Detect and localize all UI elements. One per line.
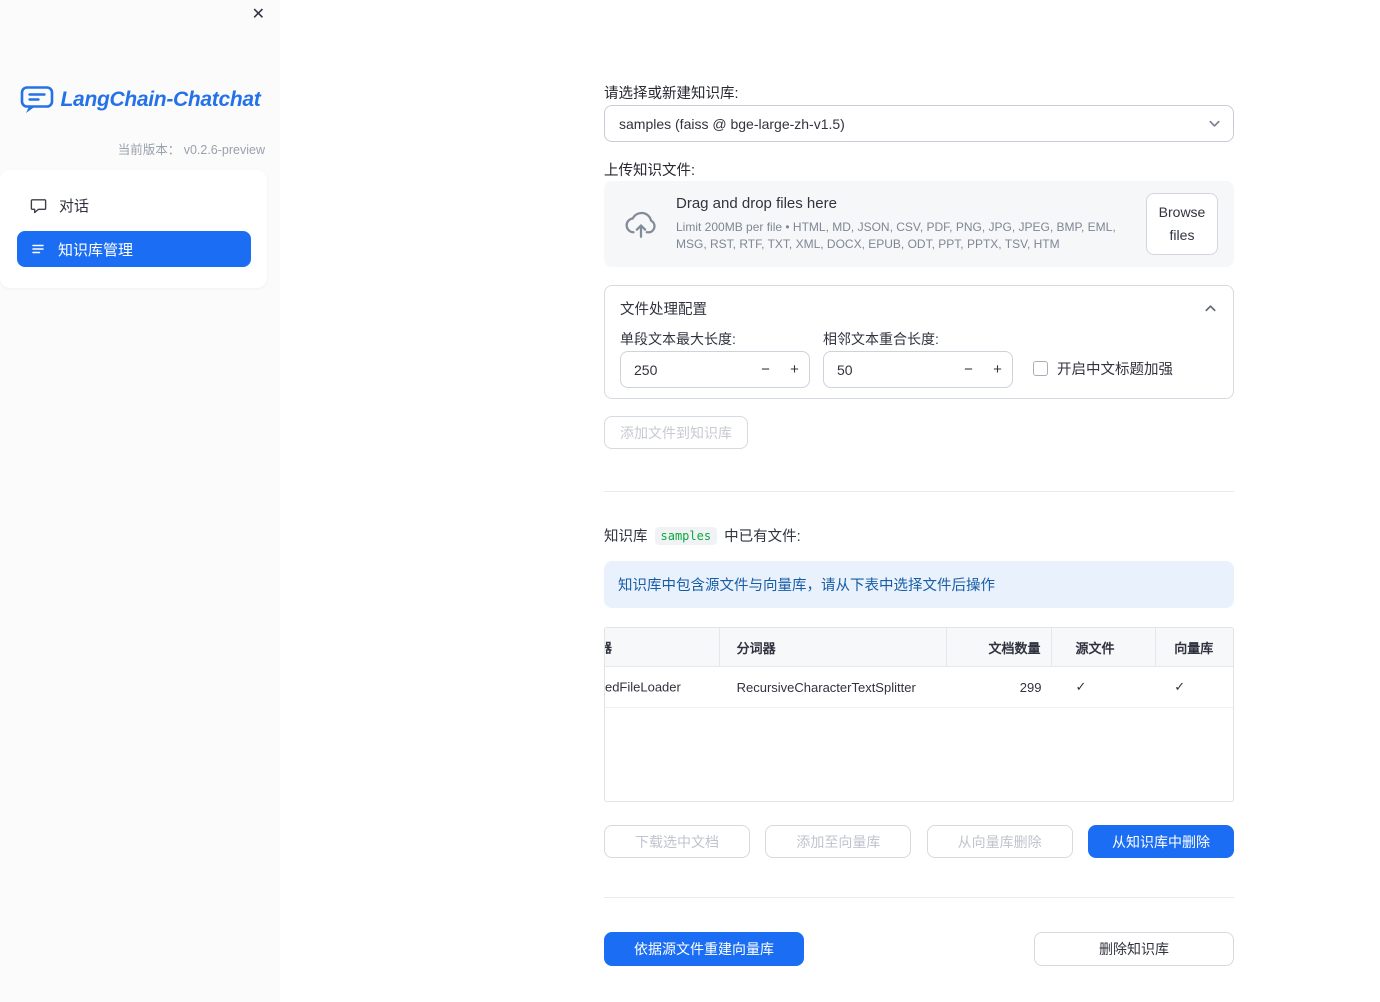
table-header-row: 文档加载器 分词器 文档数量 源文件 向量库 bbox=[605, 628, 1233, 667]
sidebar-menu: 对话 知识库管理 bbox=[0, 170, 267, 288]
browse-files-button[interactable]: Browse files bbox=[1146, 192, 1218, 256]
zh-title-checkbox[interactable] bbox=[1033, 361, 1048, 376]
overlap-size-input: 50 − + bbox=[823, 351, 1013, 388]
dropzone-text: Drag and drop files here Limit 200MB per… bbox=[676, 195, 1132, 253]
app-logo: LangChain-Chatchat bbox=[0, 84, 280, 115]
cell-in-folder-check: ✓ bbox=[1075, 679, 1087, 694]
drag-drop-text: Drag and drop files here bbox=[676, 195, 837, 213]
file-config-expander: 文件处理配置 单段文本最大长度: 相邻文本重合长度: 250 − + 50 − … bbox=[604, 285, 1234, 399]
sidebar-item-kb-management[interactable]: 知识库管理 bbox=[17, 231, 251, 267]
kb-select-label: 请选择或新建知识库: bbox=[604, 86, 739, 102]
overlap-plus-button[interactable]: + bbox=[983, 361, 1012, 378]
main-content: 请选择或新建知识库: samples (faiss @ bge-large-zh… bbox=[604, 0, 1234, 1002]
rebuild-vectorstore-button[interactable]: 依据源文件重建向量库 bbox=[604, 932, 804, 966]
sidebar-close-icon[interactable]: ✕ bbox=[252, 7, 265, 23]
kb-action-buttons: 依据源文件重建向量库 删除知识库 bbox=[604, 932, 1234, 966]
existing-files-heading: 知识库 samples 中已有文件: bbox=[604, 525, 801, 546]
cell-in-db-check: ✓ bbox=[1174, 679, 1186, 694]
zh-title-checkbox-row[interactable]: 开启中文标题加强 bbox=[1033, 358, 1173, 379]
add-files-button[interactable]: 添加文件到知识库 bbox=[604, 416, 748, 449]
kb-select-value: samples (faiss @ bge-large-zh-v1.5) bbox=[619, 115, 845, 132]
column-header-docs-count[interactable]: 文档数量 bbox=[947, 628, 1052, 666]
kb-name-code: samples bbox=[654, 526, 718, 545]
chunk-minus-button[interactable]: − bbox=[751, 361, 780, 378]
delete-kb-button[interactable]: 删除知识库 bbox=[1034, 932, 1234, 966]
column-header-in-folder[interactable]: 源文件 bbox=[1052, 628, 1157, 666]
chevron-down-icon bbox=[1207, 116, 1222, 131]
info-banner: 知识库中包含源文件与向量库，请从下表中选择文件后操作 bbox=[604, 561, 1234, 608]
sidebar-item-label: 知识库管理 bbox=[58, 241, 134, 259]
add-to-vectorstore-button[interactable]: 添加至向量库 bbox=[765, 825, 912, 858]
chat-icon bbox=[30, 197, 47, 214]
files-table: 文档加载器 分词器 文档数量 源文件 向量库 UnstructuredFileL… bbox=[604, 627, 1234, 802]
delete-from-vectorstore-button[interactable]: 从向量库删除 bbox=[926, 825, 1073, 858]
file-dropzone[interactable]: Drag and drop files here Limit 200MB per… bbox=[604, 181, 1234, 267]
cloud-upload-icon bbox=[620, 206, 662, 242]
upload-limit-text: Limit 200MB per file • HTML, MD, JSON, C… bbox=[676, 220, 1116, 251]
overlap-minus-button[interactable]: − bbox=[954, 361, 983, 378]
upload-label: 上传知识文件: bbox=[604, 163, 696, 179]
version-caption: 当前版本： v0.2.6-preview bbox=[117, 143, 265, 157]
cell-docs-count: 299 bbox=[1019, 679, 1042, 695]
cell-splitter: RecursiveCharacterTextSplitter bbox=[736, 679, 916, 695]
sidebar: ✕ LangChain-Chatchat 当前版本： v0.2.6-previe… bbox=[0, 0, 280, 1002]
existing-files-prefix: 知识库 bbox=[604, 529, 648, 545]
column-header-splitter[interactable]: 分词器 bbox=[720, 628, 947, 666]
chunk-plus-button[interactable]: + bbox=[780, 361, 809, 378]
download-selected-button[interactable]: 下载选中文档 bbox=[604, 825, 750, 858]
sidebar-item-label: 对话 bbox=[59, 197, 90, 215]
chunk-size-input: 250 − + bbox=[620, 351, 810, 388]
logo-text: LangChain-Chatchat bbox=[60, 87, 261, 111]
file-action-buttons: 下载选中文档 添加至向量库 从向量库删除 从知识库中删除 bbox=[604, 825, 1234, 858]
sidebar-item-dialogue[interactable]: 对话 bbox=[17, 187, 251, 223]
overlap-size-value[interactable]: 50 bbox=[824, 362, 954, 378]
list-icon bbox=[30, 241, 46, 257]
zh-title-checkbox-label: 开启中文标题加强 bbox=[1057, 362, 1173, 378]
chunk-size-value[interactable]: 250 bbox=[621, 362, 751, 378]
expander-title: 文件处理配置 bbox=[620, 302, 707, 318]
column-header-in-db[interactable]: 向量库 bbox=[1156, 628, 1233, 666]
divider bbox=[604, 491, 1234, 492]
expander-header[interactable]: 文件处理配置 bbox=[605, 286, 1233, 319]
column-header-loader[interactable]: 文档加载器 bbox=[605, 628, 720, 666]
delete-from-kb-button[interactable]: 从知识库中删除 bbox=[1087, 825, 1234, 858]
logo-chat-icon bbox=[20, 84, 54, 115]
kb-select[interactable]: samples (faiss @ bge-large-zh-v1.5) bbox=[604, 105, 1234, 142]
divider bbox=[604, 897, 1234, 898]
chevron-up-icon bbox=[1203, 301, 1218, 316]
overlap-size-label: 相邻文本重合长度: bbox=[823, 331, 939, 347]
existing-files-suffix: 中已有文件: bbox=[724, 529, 801, 545]
cell-loader: UnstructuredFileLoader bbox=[605, 679, 681, 695]
table-row[interactable]: UnstructuredFileLoader RecursiveCharacte… bbox=[605, 667, 1233, 708]
chunk-size-label: 单段文本最大长度: bbox=[620, 331, 736, 347]
